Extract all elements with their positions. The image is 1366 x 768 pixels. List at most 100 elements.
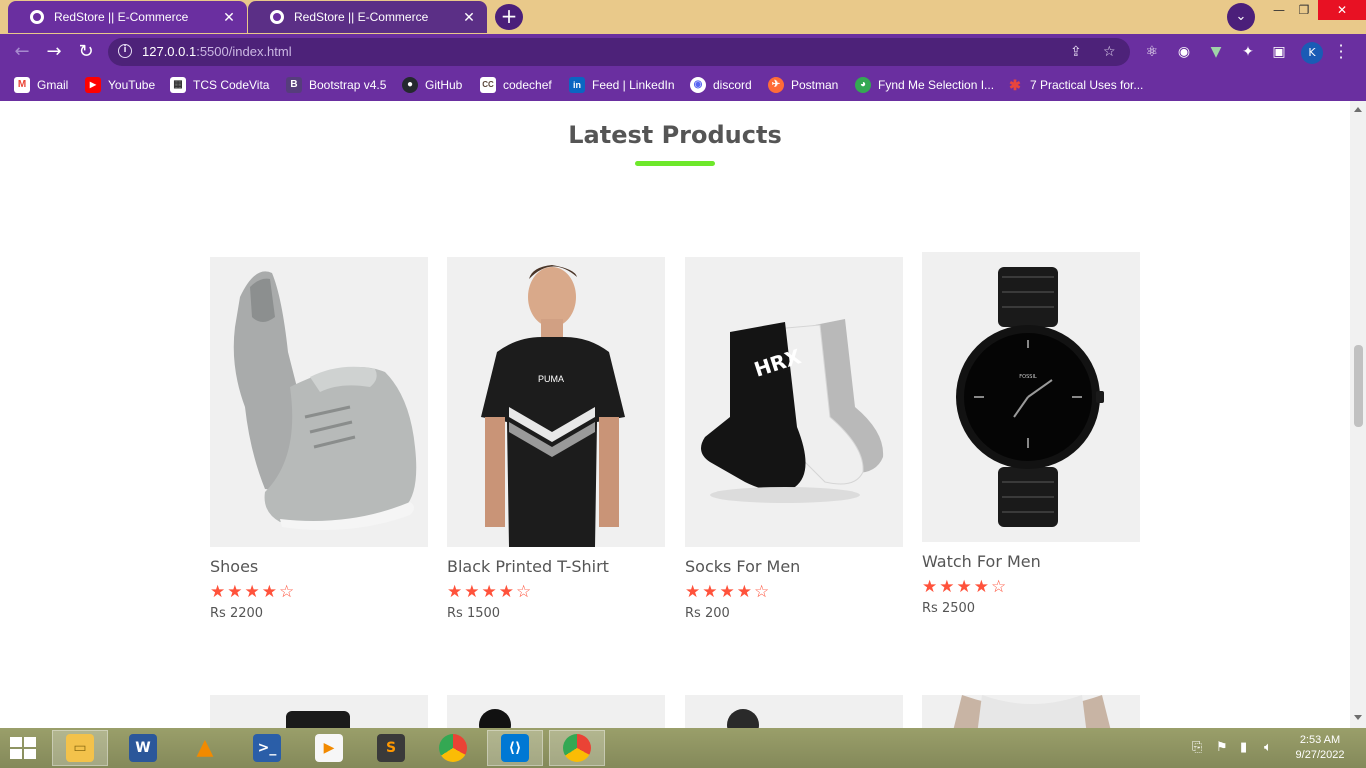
watch-image: FOSSIL <box>956 267 1104 527</box>
back-button[interactable]: ← <box>11 41 33 63</box>
product-image-socks[interactable]: HRX <box>685 257 903 547</box>
taskbar-clock[interactable]: 2:53 AM 9/27/2022 <box>1290 733 1350 763</box>
new-tab-button[interactable]: + <box>495 4 523 30</box>
word-icon: W <box>129 734 157 762</box>
asterisk-icon: ✱ <box>1009 77 1021 93</box>
page-scrollbar[interactable] <box>1350 101 1366 728</box>
browser-toolbar: ← → ↻ i 127.0.0.1:5500/index.html ⇪ ☆ ⚛ … <box>0 34 1366 70</box>
profile-avatar[interactable]: K <box>1301 42 1323 64</box>
network-icon[interactable]: ⎘ <box>1192 740 1202 755</box>
bookmark-gmail[interactable]: M Gmail <box>14 77 68 93</box>
window-close-button[interactable]: ✕ <box>1318 0 1366 20</box>
bookmark-codechef[interactable]: CC codechef <box>480 77 552 93</box>
rating-stars: ★★★★☆ <box>922 577 1009 597</box>
product-image-shoes[interactable] <box>210 257 428 547</box>
product-name[interactable]: Socks For Men <box>685 557 903 576</box>
svg-text:FOSSIL: FOSSIL <box>1019 374 1037 380</box>
taskbar-powershell[interactable]: >_ <box>239 730 295 766</box>
taskbar-media-player[interactable]: ▶ <box>301 730 357 766</box>
chrome-icon <box>439 734 467 762</box>
bookmark-github[interactable]: ● GitHub <box>402 77 462 93</box>
extension-icon[interactable]: ◉ <box>1176 44 1192 60</box>
flag-icon[interactable]: ⚑ <box>1216 740 1228 755</box>
scroll-up-arrow[interactable] <box>1354 107 1362 112</box>
address-bar[interactable]: i 127.0.0.1:5500/index.html ⇪ ☆ <box>108 38 1130 66</box>
clock-date: 9/27/2022 <box>1295 749 1345 761</box>
product-image-tshirt[interactable]: PUMA <box>447 257 665 547</box>
bookmark-fynd[interactable]: ◕ Fynd Me Selection I... <box>855 77 994 93</box>
scroll-thumb[interactable] <box>1354 345 1363 427</box>
product-card-partial[interactable] <box>210 695 428 728</box>
product-card[interactable]: PUMA Black Printed T-Shirt ★★★★☆ Rs 1500 <box>447 257 665 621</box>
scroll-down-arrow[interactable] <box>1354 715 1362 720</box>
product-image-watch[interactable]: FOSSIL <box>922 252 1140 542</box>
globe-icon <box>270 10 284 24</box>
product-name[interactable]: Shoes <box>210 557 428 576</box>
vscode-icon: ⟨⟩ <box>501 734 529 762</box>
fynd-icon: ◕ <box>855 77 871 93</box>
product-card-partial[interactable] <box>685 695 903 728</box>
sublime-icon: S <box>377 734 405 762</box>
taskbar-chrome[interactable] <box>425 730 481 766</box>
product-card[interactable]: Shoes ★★★★☆ Rs 2200 <box>210 257 428 621</box>
product-card[interactable]: HRX Socks For Men ★★★★☆ Rs 200 <box>685 257 903 621</box>
taskbar-chrome-profile[interactable] <box>549 730 605 766</box>
product-price: Rs 200 <box>685 606 730 621</box>
windows-logo-icon <box>10 737 22 747</box>
site-info-icon[interactable]: i <box>118 44 132 58</box>
menu-icon[interactable]: · · · <box>1337 38 1345 66</box>
section-title: Latest Products <box>568 121 782 149</box>
globe-icon <box>30 10 44 24</box>
close-icon[interactable]: ✕ <box>219 9 239 26</box>
browser-titlebar: RedStore || E-Commerce ✕ RedStore || E-C… <box>0 0 1366 34</box>
react-devtools-icon[interactable]: ⚛ <box>1144 44 1160 60</box>
bookmark-discord[interactable]: ◉ discord <box>690 77 752 93</box>
bookmark-postman[interactable]: ✈ Postman <box>768 77 838 93</box>
product-card-partial[interactable] <box>922 695 1140 728</box>
bookmarks-bar: M Gmail ▶ YouTube ▦ TCS CodeVita B Boots… <box>0 70 1366 101</box>
discord-icon: ◉ <box>690 77 706 93</box>
power-icon[interactable]: ▮ <box>1240 740 1247 755</box>
powershell-icon: >_ <box>253 734 281 762</box>
page-viewport: Latest Products Shoes ★★★★☆ Rs 2200 PUMA… <box>0 101 1350 728</box>
svg-text:PUMA: PUMA <box>538 374 564 384</box>
product-image-partial <box>953 695 1111 728</box>
shoe-image <box>233 271 417 531</box>
product-name[interactable]: Watch For Men <box>922 552 1140 571</box>
forward-button[interactable]: → <box>43 41 65 63</box>
product-price: Rs 2500 <box>922 601 976 616</box>
tab-search-button[interactable]: ⌄ <box>1227 3 1255 31</box>
share-icon[interactable]: ⇪ <box>1070 44 1082 60</box>
vlc-icon: ▲ <box>196 735 214 760</box>
tab-title: RedStore || E-Commerce <box>54 10 189 24</box>
taskbar-word[interactable]: W <box>115 730 171 766</box>
start-button[interactable] <box>10 737 38 761</box>
taskbar-file-explorer[interactable]: ▭ <box>52 730 108 766</box>
bookmark-linkedin[interactable]: in Feed | LinkedIn <box>569 77 675 93</box>
close-icon[interactable]: ✕ <box>459 9 479 26</box>
gmail-icon: M <box>14 77 30 93</box>
bookmark-star-icon[interactable]: ☆ <box>1103 44 1116 60</box>
puzzle-icon[interactable]: ✦ <box>1240 44 1256 60</box>
taskbar-vscode[interactable]: ⟨⟩ <box>487 730 543 766</box>
product-name[interactable]: Black Printed T-Shirt <box>447 557 665 576</box>
vue-devtools-icon[interactable]: ▼ <box>1208 44 1224 60</box>
linkedin-icon: in <box>569 77 585 93</box>
reload-button[interactable]: ↻ <box>75 41 97 63</box>
product-card[interactable]: FOSSIL Watch For Men ★★★★☆ Rs 2500 <box>922 252 1140 616</box>
side-panel-icon[interactable]: ▣ <box>1271 44 1287 60</box>
bookmark-practical-uses[interactable]: ✱ 7 Practical Uses for... <box>1007 77 1143 93</box>
tshirt-image: PUMA <box>481 265 625 547</box>
bookmark-tcs-codevita[interactable]: ▦ TCS CodeVita <box>170 77 269 93</box>
product-card-partial[interactable] <box>447 695 665 728</box>
product-image-partial <box>286 711 350 728</box>
browser-tab-2[interactable]: RedStore || E-Commerce ✕ <box>248 1 487 33</box>
bookmark-youtube[interactable]: ▶ YouTube <box>85 77 155 93</box>
rating-stars: ★★★★☆ <box>685 582 772 602</box>
volume-icon[interactable]: 🔈︎ <box>1264 740 1272 755</box>
taskbar-sublime[interactable]: S <box>363 730 419 766</box>
browser-tab-1[interactable]: RedStore || E-Commerce ✕ <box>8 1 247 33</box>
bookmark-bootstrap[interactable]: B Bootstrap v4.5 <box>286 77 386 93</box>
taskbar-vlc[interactable]: ▲ <box>177 730 233 766</box>
rating-stars: ★★★★☆ <box>210 582 297 602</box>
